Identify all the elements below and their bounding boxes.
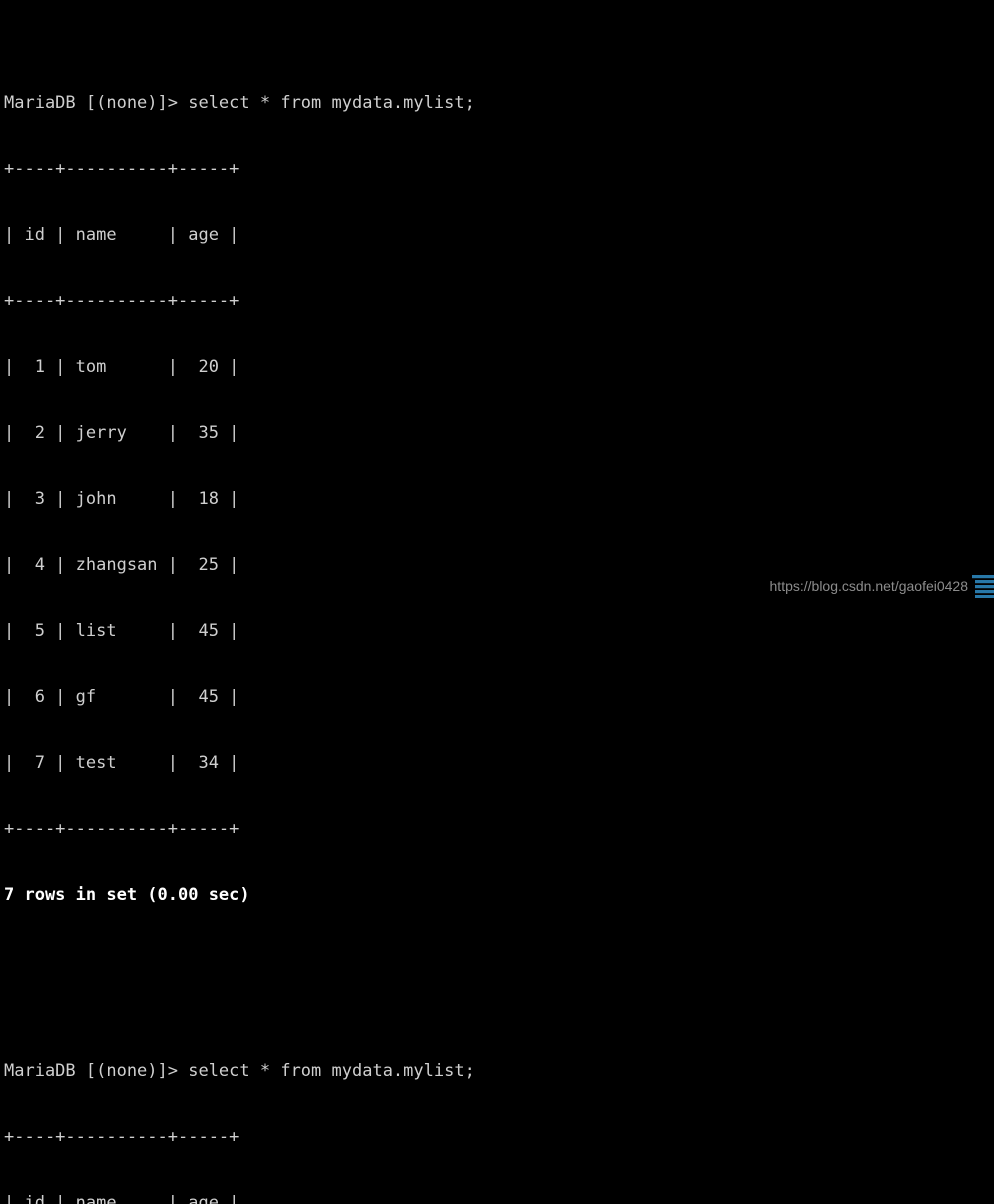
table-row: | 2 | jerry | 35 | xyxy=(4,423,240,443)
command-prompt-line-2: MariaDB [(none)]> select * from mydata.m… xyxy=(4,1061,475,1081)
table-separator-top-1: +----+----------+-----+ xyxy=(4,159,240,179)
command-prompt-line-1: MariaDB [(none)]> select * from mydata.m… xyxy=(4,93,475,113)
terminal-screen[interactable]: MariaDB [(none)]> select * from mydata.m… xyxy=(0,0,994,1204)
table-row: | 7 | test | 34 | xyxy=(4,753,240,773)
table-row: | 1 | tom | 20 | xyxy=(4,357,240,377)
table-row: | 4 | zhangsan | 25 | xyxy=(4,555,240,575)
table-row: | 6 | gf | 45 | xyxy=(4,687,240,707)
table-separator-bottom-1: +----+----------+-----+ xyxy=(4,819,240,839)
table-row: | 5 | list | 45 | xyxy=(4,621,240,641)
table-separator-top-2: +----+----------+-----+ xyxy=(4,1127,240,1147)
table-header-row-1: | id | name | age | xyxy=(4,225,240,245)
table-header-row-2: | id | name | age | xyxy=(4,1193,240,1204)
table-separator-mid-1: +----+----------+-----+ xyxy=(4,291,240,311)
table-row: | 3 | john | 18 | xyxy=(4,489,240,509)
result-status-line-1: 7 rows in set (0.00 sec) xyxy=(4,885,250,905)
